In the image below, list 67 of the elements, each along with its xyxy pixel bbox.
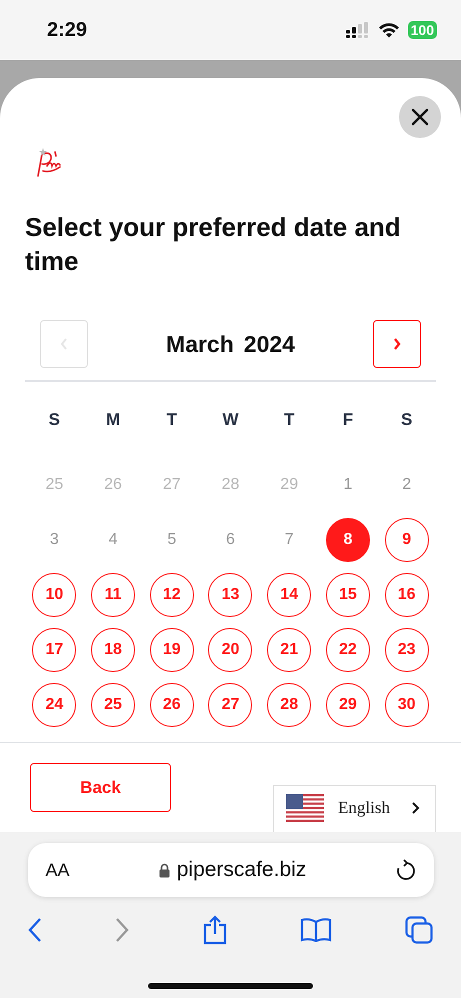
calendar-day[interactable]: 15 (326, 572, 370, 616)
calendar-day[interactable]: 28 (208, 462, 252, 506)
flag-icon (286, 794, 324, 822)
calendar-day[interactable]: 19 (150, 628, 194, 672)
calendar-day[interactable]: 27 (150, 462, 194, 506)
calendar-day[interactable]: 8 (326, 518, 370, 562)
clock-time: 2:29 (47, 18, 88, 42)
calendar-day[interactable]: 11 (91, 572, 136, 616)
lock-icon (158, 862, 170, 878)
calendar-day[interactable]: 6 (208, 518, 252, 562)
calendar-day[interactable]: 28 (267, 682, 312, 726)
close-icon (411, 108, 429, 126)
calendar-day[interactable]: 26 (150, 682, 194, 726)
back-icon[interactable] (28, 917, 42, 943)
next-month-button[interactable] (372, 320, 421, 368)
calendar-day[interactable]: 10 (32, 572, 76, 616)
language-selector[interactable]: English (273, 785, 436, 832)
address-bar[interactable]: AA piperscafe.biz (28, 843, 434, 897)
weekday-label: T (166, 410, 177, 430)
weekday-label: W (222, 410, 239, 430)
calendar-day[interactable]: 29 (267, 462, 312, 506)
calendar-day[interactable]: 16 (384, 572, 429, 616)
calendar-day[interactable]: 26 (91, 462, 136, 506)
wifi-icon (378, 22, 400, 38)
calendar-day[interactable]: 27 (208, 682, 252, 726)
calendar-day[interactable]: 13 (208, 572, 252, 616)
calendar-day[interactable]: 24 (32, 682, 76, 726)
calendar-day[interactable]: 17 (32, 628, 76, 672)
weekday-label: T (284, 410, 294, 430)
tabs-icon[interactable] (405, 916, 433, 944)
calendar-day[interactable]: 21 (267, 628, 312, 672)
bookmarks-icon[interactable] (300, 918, 332, 942)
calendar-day[interactable]: 22 (326, 628, 370, 672)
chevron-left-icon (59, 337, 69, 351)
calendar-day[interactable]: 12 (150, 572, 194, 616)
calendar-day[interactable]: 4 (91, 518, 136, 562)
calendar-day[interactable]: 23 (384, 628, 429, 672)
calendar-day[interactable]: 29 (326, 682, 370, 726)
page-heading: Select your preferred date and time (25, 211, 402, 278)
calendar-day[interactable]: 2 (384, 462, 429, 506)
url-text: piperscafe.biz (176, 858, 306, 882)
weekday-label: F (342, 410, 354, 430)
chevron-right-icon (392, 337, 402, 351)
back-button[interactable]: Back (30, 763, 171, 812)
calendar-day[interactable]: 30 (384, 682, 429, 726)
weekday-label: S (48, 410, 60, 430)
calendar-day[interactable]: 9 (384, 518, 429, 562)
reload-icon[interactable] (396, 859, 416, 881)
close-button[interactable] (399, 96, 441, 138)
battery-indicator: 100 (408, 21, 437, 39)
share-icon[interactable] (202, 915, 228, 945)
signal-icon (346, 22, 370, 38)
calendar-day[interactable]: 3 (32, 518, 76, 562)
calendar-day[interactable]: 25 (91, 682, 136, 726)
weekday-label: M (106, 410, 120, 430)
calendar-day[interactable]: 20 (208, 628, 252, 672)
month-label: March (166, 330, 234, 358)
calendar-day[interactable]: 14 (267, 572, 312, 616)
text-size-button[interactable]: AA (46, 860, 70, 880)
calendar-day[interactable]: 7 (267, 518, 312, 562)
calendar-day[interactable]: 1 (326, 462, 370, 506)
calendar-day[interactable]: 5 (150, 518, 194, 562)
chevron-right-icon (411, 801, 421, 815)
year-label: 2024 (244, 330, 295, 358)
calendar-day[interactable]: 18 (91, 628, 136, 672)
weekday-label: S (400, 410, 412, 430)
calendar-day[interactable]: 25 (32, 462, 76, 506)
